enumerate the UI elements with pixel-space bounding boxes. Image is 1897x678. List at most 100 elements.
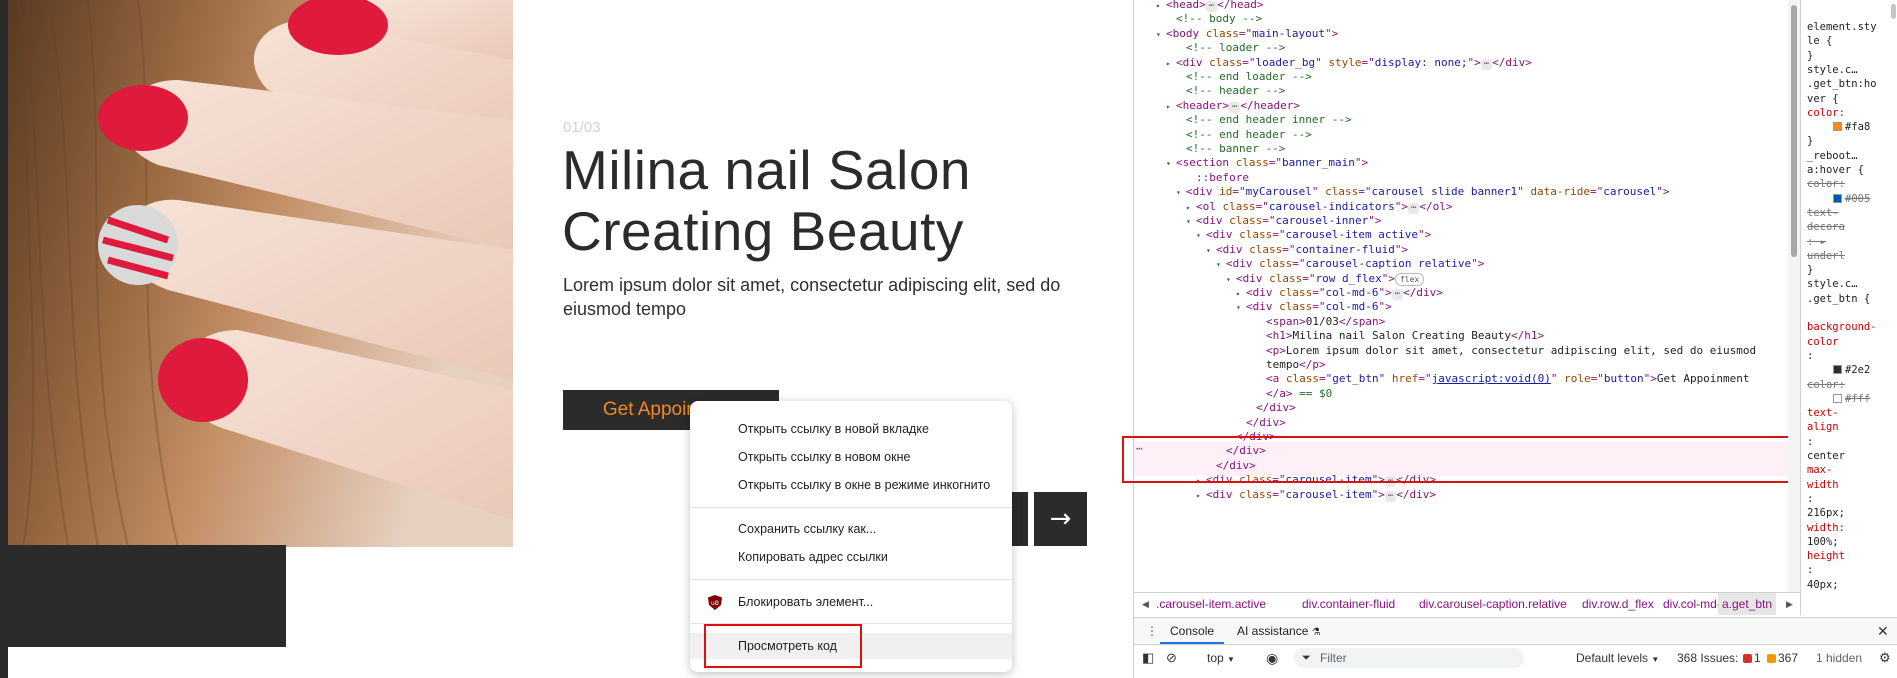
menu-open-new-window[interactable]: Открыть ссылку в новом окне bbox=[690, 444, 1012, 470]
style-rule-line[interactable]: } bbox=[1807, 263, 1813, 277]
breadcrumb-right-arrow-icon[interactable]: ▶ bbox=[1786, 593, 1793, 615]
expand-triangle-icon[interactable]: ▾ bbox=[1226, 271, 1236, 288]
context-selector[interactable]: top ▼ bbox=[1207, 645, 1235, 673]
breadcrumb-item[interactable]: .carousel-item.active bbox=[1156, 593, 1266, 615]
style-rule-line[interactable]: width bbox=[1807, 478, 1839, 492]
elements-tree[interactable]: ▸ <head> ⋯ </head> <!-- body --> ▾ <body class… bbox=[1134, 0, 1788, 592]
style-rule-line[interactable]: text- bbox=[1807, 206, 1839, 220]
breadcrumb-item[interactable]: div.container-fluid bbox=[1302, 593, 1395, 615]
dom-token-ell[interactable]: ⋯ bbox=[1407, 202, 1420, 214]
style-rule-line[interactable]: height bbox=[1807, 549, 1845, 563]
clear-console-icon[interactable]: ⊘ bbox=[1166, 645, 1177, 671]
style-rule-line[interactable]: element.sty bbox=[1807, 20, 1877, 34]
style-rule-line[interactable]: text- bbox=[1807, 406, 1839, 420]
style-rule-line[interactable]: background- bbox=[1807, 320, 1877, 334]
elements-scrollbar[interactable] bbox=[1788, 0, 1800, 592]
menu-open-new-tab[interactable]: Открыть ссылку в новой вкладке bbox=[690, 416, 1012, 442]
color-value: #005 bbox=[1845, 192, 1871, 205]
dom-node-line[interactable]: <p>Lorem ipsum dolor sit amet, consectet… bbox=[1256, 342, 1756, 359]
style-rule-line[interactable]: center bbox=[1807, 449, 1845, 463]
color-swatch-icon[interactable] bbox=[1833, 393, 1842, 403]
menu-save-link-as[interactable]: Сохранить ссылку как... bbox=[690, 516, 1012, 542]
style-rule-line[interactable]: le { bbox=[1807, 34, 1832, 48]
issues-label[interactable]: 368 Issues: bbox=[1677, 645, 1738, 671]
drawer-menu-icon[interactable]: ⋮ bbox=[1146, 618, 1158, 644]
style-rule-line[interactable]: .get_btn { bbox=[1807, 292, 1870, 306]
breadcrumb-item[interactable]: div.carousel-caption.relative bbox=[1419, 593, 1567, 615]
style-rule-line[interactable]: ver { bbox=[1807, 92, 1839, 106]
style-rule-line[interactable]: #005 bbox=[1833, 192, 1870, 206]
style-rule-line[interactable]: style.c… bbox=[1807, 63, 1858, 77]
style-rule-line[interactable]: 100%; bbox=[1807, 535, 1839, 549]
breadcrumb-item-active[interactable]: a.get_btn bbox=[1718, 593, 1777, 615]
style-rule-line[interactable]: .get_btn:ho bbox=[1807, 77, 1877, 91]
style-rule-line[interactable]: width: bbox=[1807, 521, 1845, 535]
color-swatch-icon[interactable] bbox=[1833, 122, 1842, 132]
style-rule-line[interactable]: underl bbox=[1807, 249, 1845, 263]
expand-triangle-icon[interactable]: ▾ bbox=[1236, 299, 1246, 316]
console-settings-gear-icon[interactable]: ⚙ bbox=[1879, 645, 1891, 671]
issues-warnings[interactable]: 367 bbox=[1767, 645, 1798, 671]
breadcrumb-left-arrow-icon[interactable]: ◀ bbox=[1142, 593, 1149, 615]
eye-icon[interactable]: ◉ bbox=[1266, 645, 1278, 671]
style-rule-line[interactable]: : bbox=[1807, 435, 1813, 449]
style-rule-line[interactable]: #fa8 bbox=[1833, 120, 1870, 134]
tab-ai-assistance[interactable]: AI assistance ⚗ bbox=[1237, 618, 1321, 646]
dom-token-cmt: <!-- loader --> bbox=[1186, 41, 1286, 55]
style-rule-line[interactable]: } bbox=[1807, 134, 1813, 148]
dom-token-tag: </ol> bbox=[1419, 199, 1453, 213]
style-rule-line[interactable]: : bbox=[1807, 492, 1813, 506]
style-rule-line[interactable]: a:hover { bbox=[1807, 163, 1864, 177]
style-rule-line[interactable]: _reboot… bbox=[1807, 149, 1858, 163]
style-rule-line[interactable]: color: bbox=[1807, 177, 1845, 191]
style-rule-line[interactable]: } bbox=[1807, 49, 1813, 63]
dom-node-line[interactable]: ▸ <div class="carousel-item"> ⋯ </div> bbox=[1196, 486, 1436, 503]
style-rule-line[interactable]: color: bbox=[1807, 106, 1845, 120]
expand-triangle-icon[interactable]: ▾ bbox=[1196, 227, 1206, 244]
expand-triangle-icon[interactable]: ▾ bbox=[1176, 184, 1186, 201]
style-rule-line[interactable]: color: bbox=[1807, 378, 1845, 392]
expand-triangle-icon[interactable]: ▾ bbox=[1166, 155, 1176, 172]
issues-errors[interactable]: 1 bbox=[1743, 645, 1761, 671]
menu-copy-link-address[interactable]: Копировать адрес ссылки bbox=[690, 544, 1012, 570]
elements-scroll-thumb[interactable] bbox=[1791, 5, 1797, 257]
style-rule-line[interactable]: : bbox=[1807, 349, 1813, 363]
style-rule-line[interactable]: align bbox=[1807, 420, 1839, 434]
carousel-next-button[interactable]: → bbox=[1034, 492, 1087, 546]
menu-block-element[interactable]: uB Блокировать элемент... bbox=[690, 589, 1012, 615]
expand-triangle-icon[interactable]: ▾ bbox=[1206, 242, 1216, 259]
dom-token-ell[interactable]: ⋯ bbox=[1480, 58, 1493, 70]
style-rule-line[interactable]: max- bbox=[1807, 463, 1832, 477]
color-swatch-icon[interactable] bbox=[1833, 193, 1842, 203]
log-levels-dropdown[interactable]: Default levels ▼ bbox=[1576, 645, 1659, 673]
dom-token-ell[interactable]: ⋯ bbox=[1391, 289, 1404, 300]
dom-token-ell[interactable]: ⋯ bbox=[1384, 490, 1397, 502]
expand-triangle-icon[interactable]: ▾ bbox=[1186, 213, 1196, 230]
console-filter-input[interactable]: ⏷ Filter bbox=[1294, 648, 1524, 668]
tab-console[interactable]: Console bbox=[1160, 618, 1225, 644]
style-rule-line[interactable]: #fff bbox=[1833, 392, 1870, 406]
menu-open-incognito[interactable]: Открыть ссылку в окне в режиме инкогнито bbox=[690, 472, 1012, 498]
expand-triangle-icon[interactable]: ▾ bbox=[1216, 256, 1226, 273]
style-rule-line[interactable]: #2e2 bbox=[1833, 363, 1870, 377]
color-swatch-icon[interactable] bbox=[1833, 365, 1842, 375]
expand-triangle-icon[interactable]: ▸ bbox=[1166, 98, 1176, 115]
style-rule-line[interactable]: : ▸ bbox=[1807, 235, 1826, 249]
styles-pane[interactable]: element.sty le {} style.c… .get_btn:ho ver … bbox=[1800, 0, 1897, 615]
style-rule-line[interactable]: style.c… bbox=[1807, 277, 1858, 291]
style-rule-line[interactable]: : bbox=[1807, 563, 1813, 577]
expand-triangle-icon[interactable]: ▸ bbox=[1166, 55, 1176, 72]
style-rule-line[interactable]: 216px; bbox=[1807, 506, 1845, 520]
style-rule-line[interactable]: decora bbox=[1807, 220, 1845, 234]
dom-token-link[interactable]: javascript:void(0) bbox=[1432, 372, 1551, 385]
expand-triangle-icon[interactable]: ▸ bbox=[1156, 0, 1166, 14]
breadcrumb-item[interactable]: div.row.d_flex bbox=[1582, 593, 1654, 615]
style-rule-line[interactable]: color bbox=[1807, 335, 1839, 349]
style-rule-line[interactable]: 40px; bbox=[1807, 578, 1839, 592]
close-drawer-icon[interactable]: ✕ bbox=[1877, 618, 1889, 644]
expand-triangle-icon[interactable]: ▸ bbox=[1196, 487, 1206, 504]
styles-scroll-thumb[interactable] bbox=[1891, 4, 1896, 19]
sidebar-toggle-icon[interactable]: ◧ bbox=[1142, 645, 1154, 671]
expand-triangle-icon[interactable]: ▾ bbox=[1156, 26, 1166, 43]
dom-token-attr: class bbox=[1222, 199, 1256, 213]
